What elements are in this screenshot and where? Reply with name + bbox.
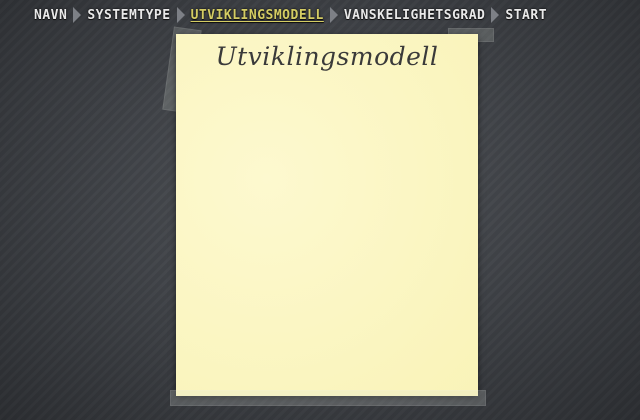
chevron-right-icon [491,7,500,23]
chevron-right-icon [176,7,185,23]
breadcrumb-item-systemtype[interactable]: SYSTEMTYPE [87,8,170,23]
breadcrumb: NAVN SYSTEMTYPE UTVIKLINGSMODELL VANSKEL… [34,6,618,24]
sticky-note: Utviklingsmodell [176,34,478,396]
breadcrumb-item-navn[interactable]: NAVN [34,8,67,23]
breadcrumb-item-start[interactable]: START [505,8,547,23]
chevron-right-icon [329,7,338,23]
tape-strip [170,390,486,406]
breadcrumb-item-utviklingsmodell[interactable]: UTVIKLINGSMODELL [191,8,324,23]
breadcrumb-item-vanskelighetsgrad[interactable]: VANSKELIGHETSGRAD [344,8,486,23]
note-title: Utviklingsmodell [215,42,439,71]
chevron-right-icon [73,7,82,23]
